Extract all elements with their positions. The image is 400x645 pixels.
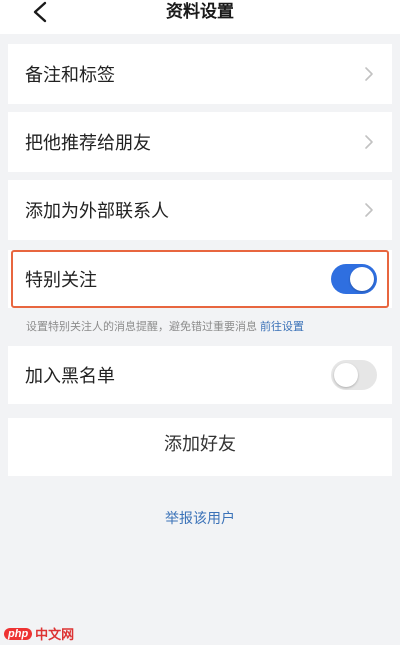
row-label: 加入黑名单 <box>25 366 115 386</box>
page-title: 资料设置 <box>166 2 234 21</box>
chevron-right-icon <box>365 135 373 149</box>
add-friend-button[interactable]: 添加好友 <box>8 418 392 476</box>
watermark-badge: php <box>4 627 33 640</box>
chevron-right-icon <box>365 203 373 217</box>
row-label: 特别关注 <box>25 270 97 290</box>
row-label: 备注和标签 <box>25 65 115 85</box>
row-label: 添加为外部联系人 <box>25 201 169 221</box>
site-watermark: php 中文网 <box>4 624 74 643</box>
row-remark-and-tags[interactable]: 备注和标签 <box>8 44 392 104</box>
toggle-knob <box>334 363 358 387</box>
row-label: 把他推荐给朋友 <box>25 133 151 153</box>
blacklist-toggle[interactable] <box>331 360 377 390</box>
report-user-link[interactable]: 举报该用户 <box>0 508 400 528</box>
special-follow-toggle[interactable] <box>331 264 377 294</box>
row-blacklist: 加入黑名单 <box>8 346 392 404</box>
row-add-external-contact[interactable]: 添加为外部联系人 <box>8 180 392 240</box>
row-recommend-to-friend[interactable]: 把他推荐给朋友 <box>8 112 392 172</box>
toggle-knob <box>350 267 374 291</box>
chevron-right-icon <box>365 67 373 81</box>
watermark-text: 中文网 <box>35 627 75 642</box>
hint-text: 设置特别关注人的消息提醒，避免错过重要消息 <box>26 321 257 333</box>
go-to-settings-link[interactable]: 前往设置 <box>260 321 304 333</box>
header-bar: 资料设置 <box>0 0 400 34</box>
row-special-follow: 特别关注 <box>8 250 392 308</box>
special-follow-hint: 设置特别关注人的消息提醒，避免错过重要消息 前往设置 <box>26 318 304 334</box>
